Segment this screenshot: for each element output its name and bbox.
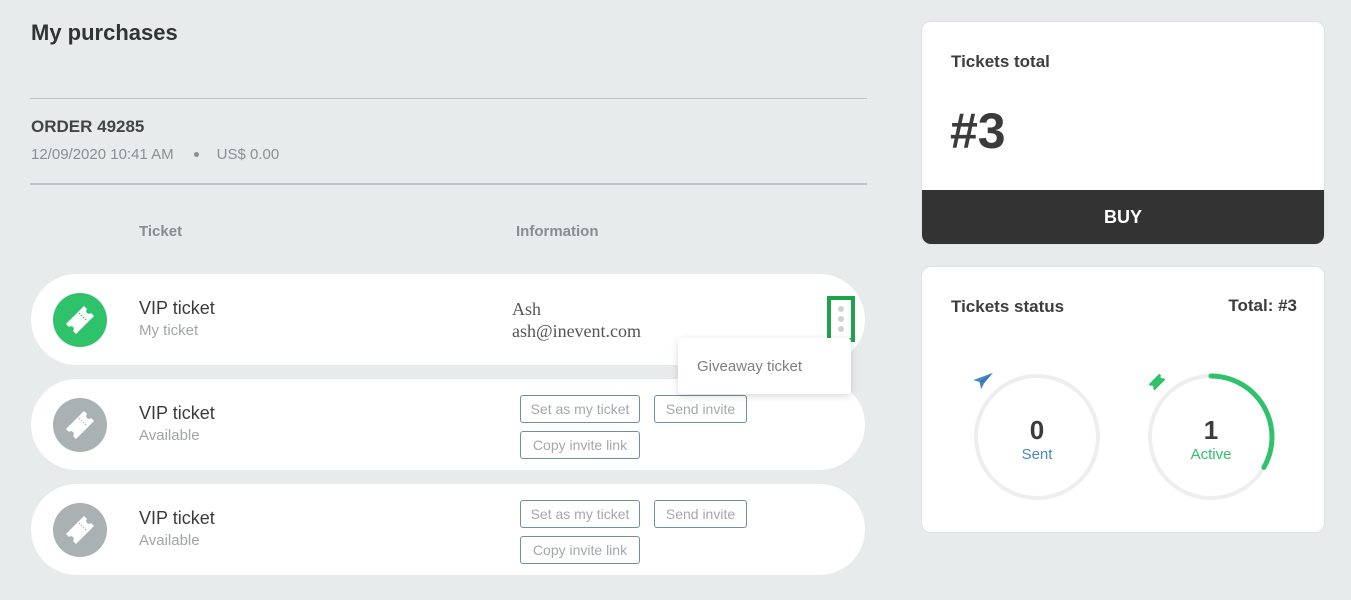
ticket-status: My ticket: [139, 322, 199, 339]
ticket-status: Available: [139, 427, 200, 444]
sent-count: 0: [1029, 414, 1045, 445]
copy-invite-link-button[interactable]: Copy invite link: [520, 536, 640, 564]
kebab-dot: [838, 326, 844, 332]
tickets-status-total: Total: #3: [1228, 296, 1297, 315]
column-header-information: Information: [516, 223, 599, 240]
divider: [30, 183, 867, 185]
copy-invite-link-button[interactable]: Copy invite link: [520, 431, 640, 459]
ticket-icon-badge: [53, 503, 107, 557]
tickets-status-label: Tickets status: [951, 297, 1065, 316]
sent-ring: 0 Sent: [972, 372, 1102, 502]
send-invite-button[interactable]: Send invite: [654, 395, 747, 423]
paper-plane-icon: [973, 372, 993, 390]
order-meta: 12/09/2020 10:41 AM US$ 0.00: [31, 146, 279, 163]
ticket-name: VIP ticket: [139, 403, 215, 423]
ticket-icon: [1148, 373, 1166, 391]
ticket-icon: [65, 305, 95, 335]
order-title: ORDER 49285: [31, 117, 145, 136]
page-title: My purchases: [31, 20, 178, 45]
tickets-total-card: Tickets total #3 BUY: [921, 21, 1325, 245]
order-datetime: 12/09/2020 10:41 AM: [31, 146, 174, 163]
ticket-row: VIP ticket Available Set as my ticket Se…: [31, 484, 865, 575]
tickets-total-value: #3: [950, 103, 1006, 159]
holder-email: ash@inevent.com: [512, 321, 642, 341]
context-menu: Giveaway ticket: [678, 338, 851, 394]
ticket-holder: Ash ash@inevent.com: [512, 298, 641, 342]
separator-dot: [193, 152, 199, 157]
kebab-dot: [838, 306, 844, 312]
divider: [30, 98, 867, 99]
ticket-icon: [65, 410, 95, 440]
ticket-name: VIP ticket: [139, 298, 215, 318]
tickets-status-card: Tickets status Total: #3 0 Sent 1 Active: [921, 266, 1325, 533]
send-invite-button[interactable]: Send invite: [654, 500, 747, 528]
column-header-ticket: Ticket: [139, 223, 183, 240]
active-count: 1: [1203, 414, 1219, 445]
active-ring: 1 Active: [1146, 372, 1276, 502]
more-options-button[interactable]: [827, 296, 855, 342]
ticket-icon-badge: [53, 398, 107, 452]
set-as-my-ticket-button[interactable]: Set as my ticket: [520, 395, 640, 423]
ticket-icon-badge: [53, 293, 107, 347]
kebab-dot: [838, 316, 844, 322]
active-label: Active: [1190, 445, 1232, 463]
ticket-status: Available: [139, 532, 200, 549]
menu-item-giveaway-ticket[interactable]: Giveaway ticket: [697, 358, 802, 375]
tickets-total-label: Tickets total: [951, 52, 1050, 71]
ticket-icon: [65, 515, 95, 545]
ticket-name: VIP ticket: [139, 508, 215, 528]
sent-label: Sent: [1021, 445, 1053, 463]
set-as-my-ticket-button[interactable]: Set as my ticket: [520, 500, 640, 528]
buy-button[interactable]: BUY: [922, 190, 1324, 244]
holder-name: Ash: [512, 299, 542, 319]
order-amount: US$ 0.00: [216, 146, 280, 163]
